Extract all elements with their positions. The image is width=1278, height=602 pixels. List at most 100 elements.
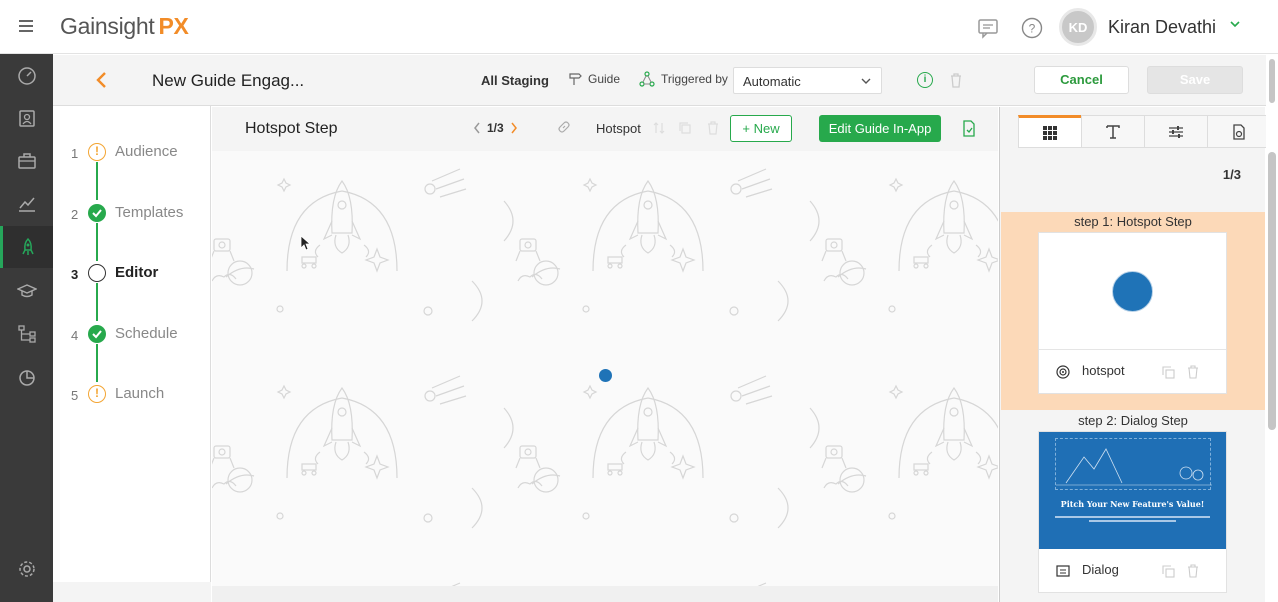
step-editor[interactable]: 3 Editor xyxy=(53,262,211,286)
step-card-2[interactable]: step 2: Dialog Step Pitch Your New Featu… xyxy=(1001,411,1265,601)
file-settings-icon xyxy=(1232,123,1245,140)
step-connector xyxy=(96,283,98,321)
step-number: 2 xyxy=(71,207,79,222)
warning-icon: ! xyxy=(88,385,106,403)
cancel-button[interactable]: Cancel xyxy=(1034,66,1129,94)
hotspot-marker[interactable] xyxy=(599,369,612,382)
left-nav xyxy=(0,54,53,602)
chevron-right-icon[interactable] xyxy=(510,122,518,134)
step-card-1[interactable]: step 1: Hotspot Step hotspot xyxy=(1001,212,1265,410)
step-name[interactable]: Hotspot Step xyxy=(245,120,338,138)
back-arrow-icon[interactable] xyxy=(93,71,109,89)
dialog-preview-illustration xyxy=(1055,438,1212,490)
tab-settings[interactable] xyxy=(1144,115,1207,148)
dialog-icon xyxy=(1056,565,1070,577)
trash-icon[interactable] xyxy=(1187,365,1199,379)
step-connector xyxy=(96,344,98,382)
help-icon[interactable]: ? xyxy=(1021,17,1043,39)
editor-toolbar: Hotspot Step 1/3 Hotspot + New Edit Guid… xyxy=(212,107,998,151)
step-card-footer: hotspot xyxy=(1039,350,1226,393)
nav-reports-pie-icon[interactable] xyxy=(0,356,53,398)
tab-text-format[interactable] xyxy=(1081,115,1144,148)
top-bar: Gainsight PX ? KD Kiran Devathi xyxy=(0,0,1278,54)
nav-knowledge-center-icon[interactable] xyxy=(0,270,53,312)
step-card[interactable]: Pitch Your New Feature's Value! Dialog xyxy=(1038,431,1227,593)
trigger-icon xyxy=(639,71,655,87)
nav-settings-gear-icon[interactable] xyxy=(0,548,53,590)
step-audience[interactable]: 1 ! Audience xyxy=(53,141,211,165)
step-card-label: Dialog xyxy=(1082,562,1119,577)
sidebar-tabs xyxy=(1018,115,1271,148)
step-card-title: step 2: Dialog Step xyxy=(1078,413,1188,428)
trash-icon[interactable] xyxy=(948,72,964,89)
step-card-title: step 1: Hotspot Step xyxy=(1074,214,1192,229)
text-format-icon xyxy=(1106,124,1120,139)
tab-file-settings[interactable] xyxy=(1207,115,1270,148)
grid-icon xyxy=(1043,125,1057,140)
guide-type-label: Guide xyxy=(588,72,621,86)
step-label: Templates xyxy=(115,204,184,221)
trash-icon[interactable] xyxy=(1187,564,1199,578)
hotspot-preview xyxy=(1039,233,1226,350)
sliders-icon xyxy=(1169,125,1183,138)
triggered-by-label: Triggered by xyxy=(661,72,728,86)
warning-icon: ! xyxy=(88,143,106,161)
step-card-footer: Dialog xyxy=(1039,549,1226,592)
avatar[interactable]: KD xyxy=(1059,8,1097,46)
step-launch[interactable]: 5 ! Launch xyxy=(53,383,211,407)
info-icon[interactable]: i xyxy=(917,72,933,88)
edit-guide-in-app-button[interactable]: Edit Guide In-App xyxy=(819,115,941,142)
dialog-preview: Pitch Your New Feature's Value! xyxy=(1039,432,1226,549)
copy-icon[interactable] xyxy=(1162,565,1175,578)
chevron-down-icon[interactable] xyxy=(1229,18,1241,30)
app-logo: Gainsight PX xyxy=(60,13,189,39)
reorder-icon[interactable] xyxy=(652,121,666,135)
step-number: 3 xyxy=(71,267,79,282)
hotspot-preview-dot xyxy=(1112,271,1153,312)
guide-header: New Guide Engag... All Staging Guide Tri… xyxy=(53,55,1278,106)
steps-sidebar: 1/3 step 1: Hotspot Step hotspot step 2:… xyxy=(999,107,1270,602)
save-button[interactable]: Save xyxy=(1147,66,1243,94)
trigger-select-value: Automatic xyxy=(743,74,801,89)
nav-dashboard-icon[interactable] xyxy=(0,55,53,97)
nav-analytics-icon[interactable] xyxy=(0,183,53,225)
export-icon[interactable] xyxy=(961,120,977,137)
step-card[interactable]: hotspot xyxy=(1038,232,1227,394)
canvas-footer xyxy=(212,586,998,602)
step-pager: 1/3 xyxy=(473,121,518,135)
check-icon xyxy=(88,325,106,343)
tab-steps[interactable] xyxy=(1018,115,1081,148)
guide-title[interactable]: New Guide Engag... xyxy=(152,71,304,91)
copy-icon[interactable] xyxy=(1162,366,1175,379)
steps-footer xyxy=(53,582,211,602)
guide-type: Guide xyxy=(568,72,620,86)
step-type: Hotspot xyxy=(596,121,641,136)
step-templates[interactable]: 2 Templates xyxy=(53,202,211,226)
pager-label: 1/3 xyxy=(487,121,504,135)
trash-icon[interactable] xyxy=(706,121,720,135)
copy-icon[interactable] xyxy=(678,121,692,135)
nav-briefcase-icon[interactable] xyxy=(0,140,53,182)
hotspot-icon xyxy=(1056,365,1070,379)
link-icon[interactable] xyxy=(557,120,571,134)
step-number: 1 xyxy=(71,146,79,161)
menu-icon[interactable] xyxy=(19,20,33,32)
user-name[interactable]: Kiran Devathi xyxy=(1108,17,1216,38)
step-card-label: hotspot xyxy=(1082,363,1125,378)
step-schedule[interactable]: 4 Schedule xyxy=(53,323,211,347)
wizard-steps: 1 ! Audience 2 Templates 3 Editor 4 Sche… xyxy=(53,106,211,602)
trigger-select[interactable]: Automatic xyxy=(733,67,882,94)
scrollbar-thumb[interactable] xyxy=(1269,59,1275,103)
sidebar-scrollbar-thumb[interactable] xyxy=(1268,152,1276,430)
step-number: 5 xyxy=(71,388,79,403)
new-step-button[interactable]: + New xyxy=(730,115,792,142)
step-label: Schedule xyxy=(115,325,178,342)
current-step-icon xyxy=(88,264,106,282)
chat-icon[interactable] xyxy=(977,17,999,39)
mouse-cursor-icon xyxy=(300,235,312,251)
chevron-left-icon[interactable] xyxy=(473,122,481,134)
nav-engagements-rocket-icon[interactable] xyxy=(0,226,53,268)
nav-journey-icon[interactable] xyxy=(0,313,53,355)
nav-people-icon[interactable] xyxy=(0,97,53,139)
check-icon xyxy=(88,204,106,222)
